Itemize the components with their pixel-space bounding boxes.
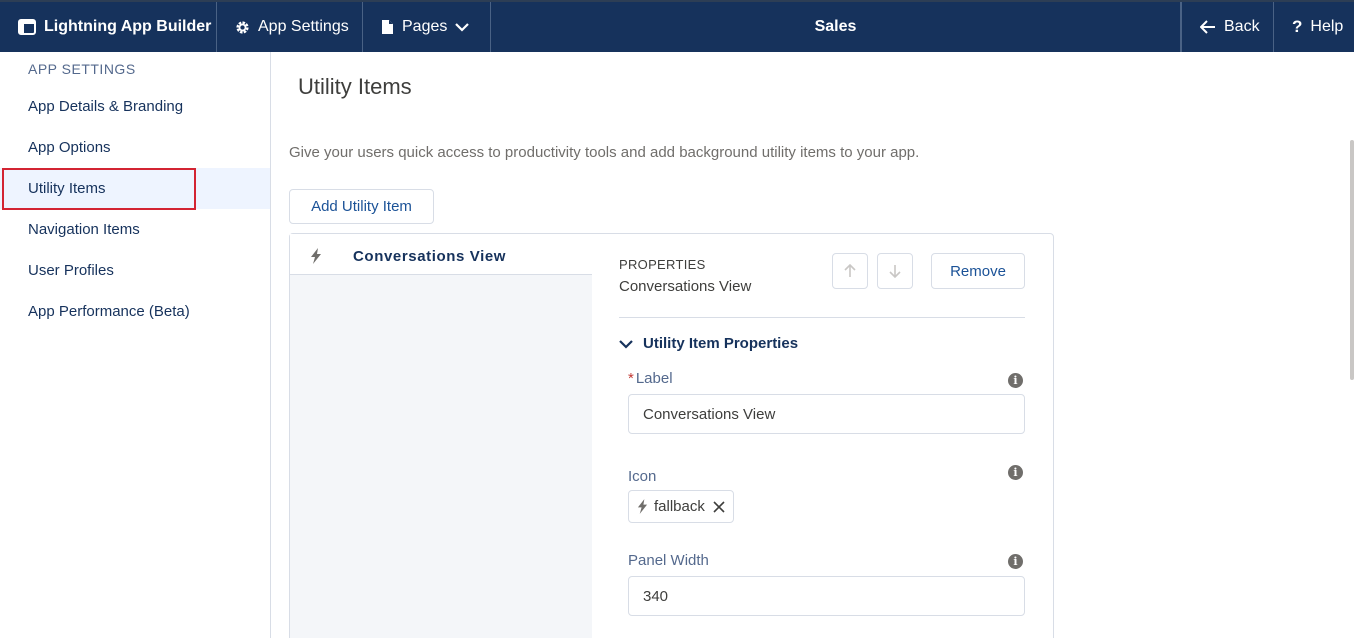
help-label: Help [1310,18,1344,35]
main-content: Utility Items Give your users quick acce… [271,52,1354,638]
info-icon[interactable]: i [1008,373,1023,388]
list-item[interactable]: Conversations View [290,234,592,275]
panel-width-input[interactable]: 340 [628,576,1025,616]
page-title: Utility Items [298,74,412,99]
gear-icon [235,20,250,35]
required-marker: * [628,370,634,387]
question-icon: ? [1292,17,1303,36]
arrow-up-icon [844,264,856,277]
top-navigation-bar: Lightning App Builder App Settings Pages… [0,0,1354,52]
add-utility-item-button[interactable]: Add Utility Item [289,189,434,224]
sidebar-header: APP SETTINGS [28,61,136,77]
pages-label: Pages [402,18,448,35]
bolt-icon [637,499,648,514]
utility-items-list: Conversations View [290,234,592,638]
properties-caption: PROPERTIES [619,257,706,272]
scrollbar[interactable] [1350,140,1354,380]
app-settings-label: App Settings [258,18,349,35]
page-description: Give your users quick access to producti… [289,144,920,161]
settings-sidebar: APP SETTINGS App Details & Branding App … [0,52,271,638]
move-down-button[interactable] [877,253,913,289]
label-input[interactable]: Conversations View [628,394,1025,434]
info-icon[interactable]: i [1008,465,1023,480]
label-field-text: Label [635,370,673,387]
app-name-label: Sales [814,18,857,35]
arrow-left-icon [1200,20,1216,34]
back-button[interactable]: Back [1181,2,1274,52]
sidebar-item-navigation-items[interactable]: Navigation Items [0,209,270,250]
selection-highlight-box [2,168,196,210]
move-up-button[interactable] [832,253,868,289]
help-button[interactable]: ? Help [1274,2,1354,52]
label-field-label: * Label [628,370,673,387]
sidebar-item-user-profiles[interactable]: User Profiles [0,250,270,291]
icon-field-label: Icon [628,468,657,485]
icon-pill-label: fallback [654,498,705,515]
properties-item-name: Conversations View [619,278,752,295]
panel-width-label: Panel Width [628,552,709,569]
close-icon[interactable] [713,500,725,513]
app-settings-tab[interactable]: App Settings [217,2,363,52]
info-icon[interactable]: i [1008,554,1023,569]
list-item-label: Conversations View [353,248,507,265]
bolt-icon [310,248,322,269]
app-name-title: Sales [491,2,1181,52]
utility-items-panel: Conversations View PROPERTIES Conversati… [289,233,1054,638]
chevron-down-icon [455,22,470,32]
section-title: Utility Item Properties [643,335,799,352]
remove-button[interactable]: Remove [931,253,1025,289]
app-builder-icon [18,19,36,35]
sidebar-item-app-options[interactable]: App Options [0,127,270,168]
divider [619,317,1025,318]
app-builder-brand: Lightning App Builder [0,2,217,52]
pages-dropdown[interactable]: Pages [363,2,491,52]
sidebar-item-app-performance[interactable]: App Performance (Beta) [0,291,270,332]
arrow-down-icon [889,265,901,278]
back-label: Back [1224,18,1260,35]
icon-pill[interactable]: fallback [628,490,734,523]
properties-pane: PROPERTIES Conversations View Remove Uti… [619,234,1025,638]
chevron-down-icon [619,339,633,349]
brand-label: Lightning App Builder [44,18,212,35]
utility-item-properties-section[interactable]: Utility Item Properties [619,335,798,352]
sidebar-item-app-details[interactable]: App Details & Branding [0,86,270,127]
page-icon [381,19,394,35]
